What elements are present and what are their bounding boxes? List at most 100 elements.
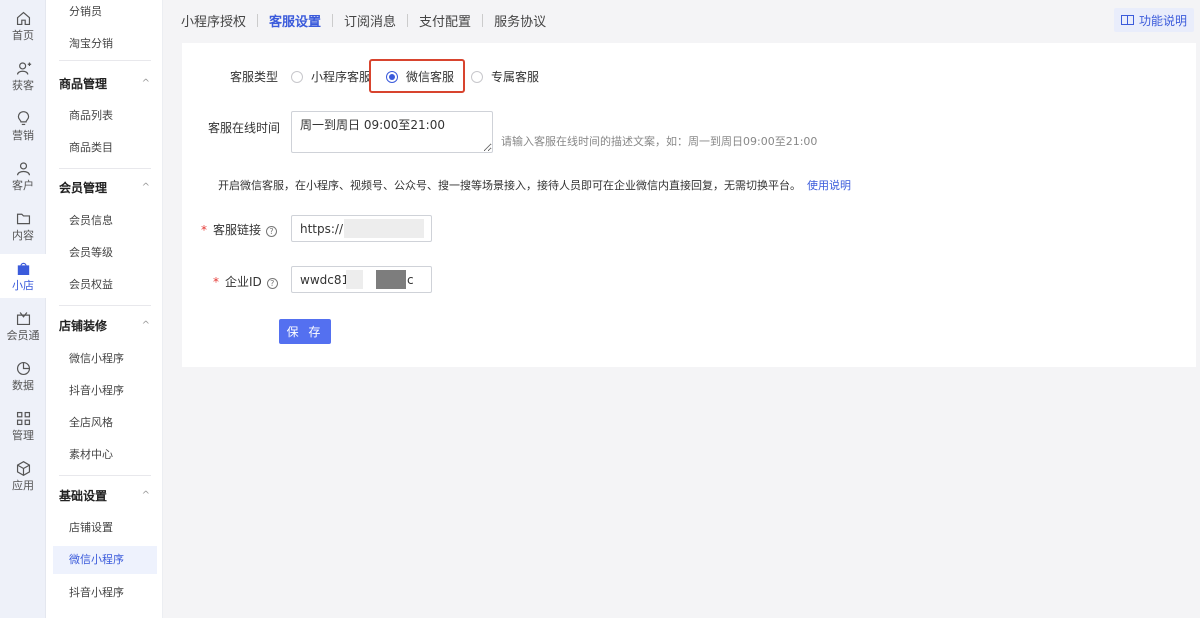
- menu-group-title: 店铺装修: [59, 319, 108, 333]
- rail-item-label: 获客: [12, 79, 34, 92]
- menu-item-member-info[interactable]: 会员信息: [53, 207, 157, 235]
- menu-item-store-style[interactable]: 全店风格: [53, 409, 157, 437]
- rail-item-home[interactable]: 首页: [0, 4, 46, 48]
- rail-item-member[interactable]: 会员通: [0, 304, 46, 348]
- service-type-label: 客服类型: [230, 70, 279, 84]
- radio-label: 专属客服: [491, 70, 540, 84]
- menu-group-title: 商品管理: [59, 77, 108, 91]
- redaction-blur: [376, 270, 406, 289]
- corp-id-value-tail: c: [407, 273, 414, 287]
- online-time-label: 客服在线时间: [208, 121, 281, 135]
- wechat-service-note: 开启微信客服，在小程序、视频号、公众号、搜一搜等场景接入，接待人员即可在企业微信…: [218, 177, 851, 193]
- user-icon: [16, 162, 30, 176]
- tab-separator: [257, 13, 259, 27]
- rail-item-customer[interactable]: 客户: [0, 154, 46, 198]
- radio-label: 小程序客服: [311, 70, 372, 84]
- radio-dedicated-service[interactable]: 专属客服: [471, 68, 539, 85]
- radio-circle: [471, 70, 483, 83]
- menu-item-douyin-miniprogram-deco[interactable]: 抖音小程序: [53, 377, 157, 405]
- rail-item-apps[interactable]: 应用: [0, 454, 46, 498]
- rail-item-label: 应用: [12, 479, 34, 492]
- menu-item-product-category[interactable]: 商品类目: [53, 134, 157, 162]
- radio-wechat-service[interactable]: 微信客服: [386, 68, 454, 85]
- redaction-blur: [346, 270, 363, 289]
- rail-item-label: 营销: [12, 129, 34, 142]
- service-link-label: * 客服链接?: [201, 221, 278, 238]
- corp-id-label-text: 企业ID: [225, 275, 262, 289]
- cube-icon: [16, 461, 30, 476]
- menu-item-douyin-miniprogram[interactable]: 抖音小程序: [53, 579, 157, 607]
- bulb-icon: [17, 111, 29, 126]
- usage-guide-link[interactable]: 使用说明: [807, 179, 851, 192]
- tab-subscription-messages[interactable]: 订阅消息: [344, 11, 396, 30]
- shop-bag-icon: [17, 262, 29, 276]
- radio-label: 微信客服: [406, 70, 455, 84]
- tab-payment-config[interactable]: 支付配置: [419, 11, 471, 30]
- menu-group-title: 会员管理: [59, 181, 108, 195]
- feature-help-button[interactable]: 功能说明: [1113, 8, 1194, 32]
- tab-separator: [407, 13, 409, 27]
- service-link-label-text: 客服链接: [213, 223, 262, 237]
- required-mark: *: [201, 223, 207, 237]
- rail-item-shop[interactable]: 小店: [0, 254, 46, 298]
- save-button[interactable]: 保 存: [279, 319, 331, 344]
- rail-item-manage[interactable]: 管理: [0, 404, 46, 448]
- user-add-icon: [16, 62, 31, 75]
- online-time-textarea[interactable]: 周一到周日 09:00至21:00: [291, 111, 493, 153]
- menu-divider: [59, 60, 151, 61]
- menu-group-decoration[interactable]: 店铺装修 ^: [46, 311, 163, 341]
- rail-item-marketing[interactable]: 营销: [0, 104, 46, 148]
- chevron-up-icon: ^: [141, 182, 150, 193]
- folder-icon: [16, 213, 30, 225]
- feature-help-label: 功能说明: [1138, 13, 1187, 28]
- rail-item-content[interactable]: 内容: [0, 204, 46, 248]
- online-time-hint: 请输入客服在线时间的描述文案，如：周一到周日09:00至21:00: [501, 135, 818, 148]
- rail-item-label: 首页: [12, 29, 34, 42]
- menu-item-member-level[interactable]: 会员等级: [53, 239, 157, 267]
- menu-item-product-list[interactable]: 商品列表: [53, 102, 157, 130]
- menu-group-products[interactable]: 商品管理 ^: [46, 69, 163, 99]
- radio-circle: [386, 70, 398, 83]
- rail-item-label: 管理: [12, 429, 34, 442]
- rail-item-acquire[interactable]: 获客: [0, 54, 46, 98]
- settings-tabs: 小程序授权 客服设置 订阅消息 支付配置 服务协议: [181, 8, 546, 32]
- menu-divider: [59, 168, 151, 169]
- menu-divider: [59, 475, 151, 476]
- tab-miniprogram-auth[interactable]: 小程序授权: [181, 11, 246, 30]
- book-icon: [1120, 15, 1134, 25]
- menu-item-material-center[interactable]: 素材中心: [53, 441, 157, 469]
- tab-separator: [482, 13, 484, 27]
- tab-customer-service[interactable]: 客服设置: [269, 11, 321, 30]
- menu-item-taobao-distribution[interactable]: 淘宝分销: [53, 30, 157, 58]
- menu-item-wechat-miniprogram-deco[interactable]: 微信小程序: [53, 345, 157, 373]
- rail-item-label: 会员通: [6, 329, 40, 342]
- chevron-up-icon: ^: [141, 320, 150, 331]
- rail-item-label: 小店: [12, 279, 34, 292]
- menu-item-member-benefits[interactable]: 会员权益: [53, 271, 157, 299]
- menu-item-store-settings[interactable]: 店铺设置: [53, 514, 157, 542]
- pie-chart-icon: [16, 361, 30, 376]
- corp-id-label: * 企业ID?: [213, 273, 278, 290]
- icon-rail: 首页 获客 营销 客户 内容 小店 会员通 数据 管理 应用: [0, 0, 46, 618]
- radio-circle: [291, 70, 303, 83]
- tab-service-agreement[interactable]: 服务协议: [494, 11, 546, 30]
- rail-item-label: 内容: [12, 229, 34, 242]
- secondary-menu: 分销员 淘宝分销 商品管理 ^ 商品列表 商品类目 会员管理 ^ 会员信息 会员…: [46, 0, 163, 618]
- customer-service-settings-panel: 客服类型 小程序客服 微信客服 专属客服 客服在线时间 周一到周日 09:00至…: [182, 43, 1196, 367]
- radio-miniprogram-service[interactable]: 小程序客服: [291, 68, 371, 85]
- menu-item-distributor[interactable]: 分销员: [53, 0, 157, 26]
- help-circle-icon[interactable]: ?: [266, 278, 278, 289]
- rail-item-data[interactable]: 数据: [0, 354, 46, 398]
- redaction-blur: [344, 219, 424, 238]
- note-text: 开启微信客服，在小程序、视频号、公众号、搜一搜等场景接入，接待人员即可在企业微信…: [218, 179, 801, 192]
- help-circle-icon[interactable]: ?: [266, 226, 278, 237]
- rail-item-label: 数据: [12, 379, 34, 392]
- tab-separator: [332, 13, 334, 27]
- menu-item-wechat-miniprogram[interactable]: 微信小程序: [53, 546, 157, 574]
- menu-group-basic-settings[interactable]: 基础设置 ^: [46, 481, 163, 511]
- member-icon: [16, 312, 30, 326]
- menu-group-members[interactable]: 会员管理 ^: [46, 173, 163, 203]
- menu-divider: [59, 305, 151, 306]
- menu-group-title: 基础设置: [59, 489, 108, 503]
- required-mark: *: [213, 275, 219, 289]
